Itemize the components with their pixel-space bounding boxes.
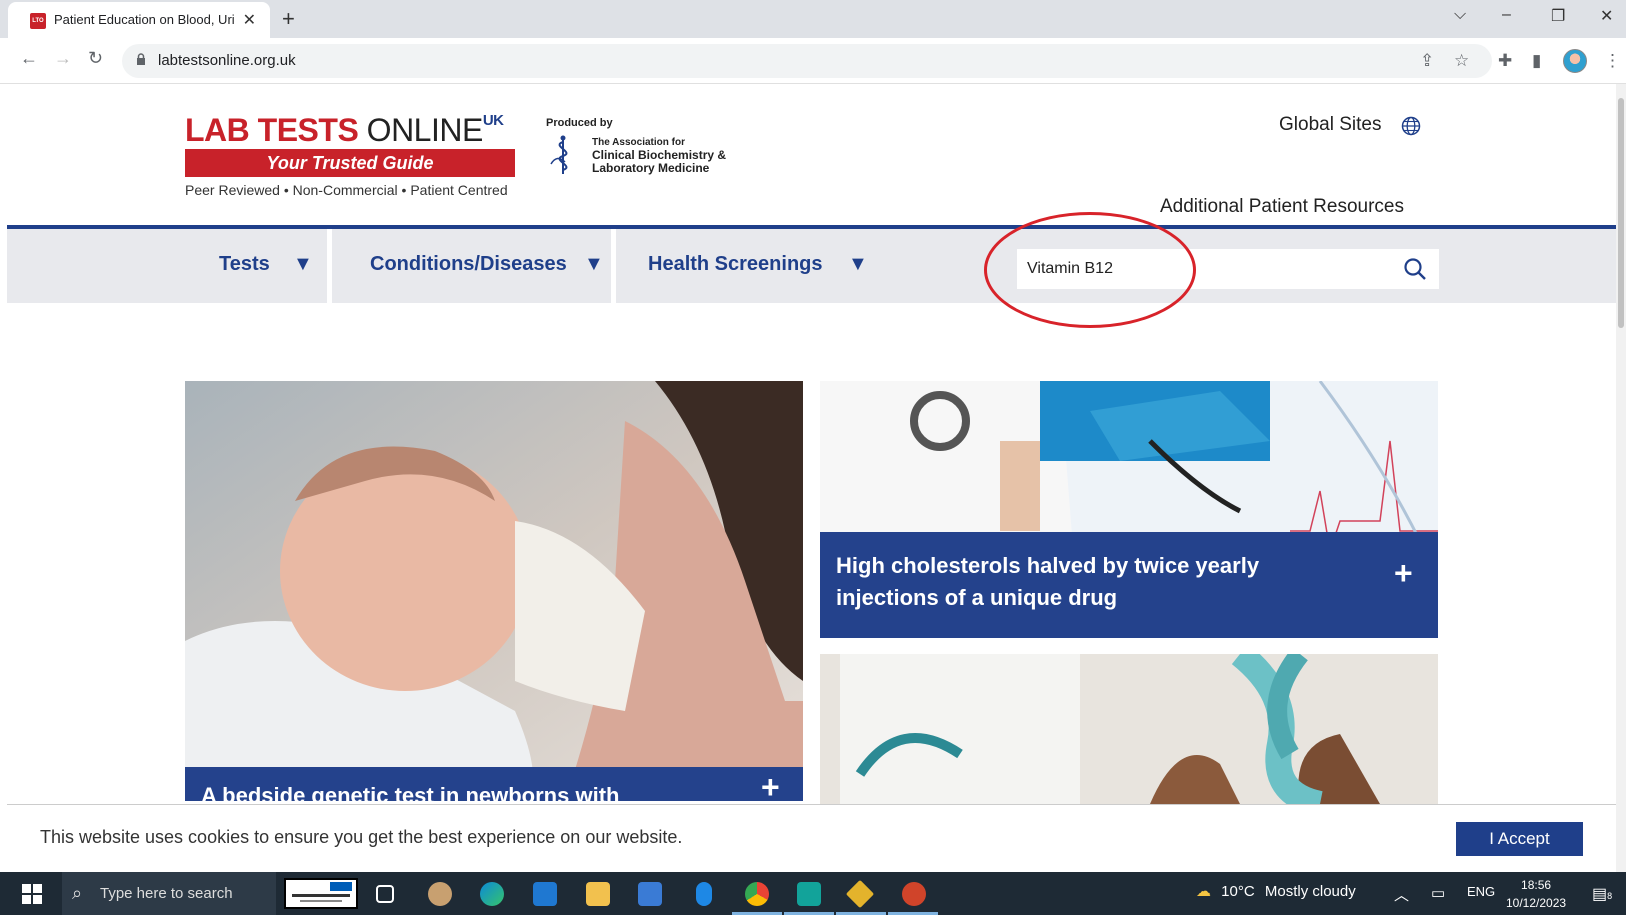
- site-logo[interactable]: LAB TESTS ONLINEUK: [185, 112, 504, 149]
- page-scrollbar[interactable]: [1616, 84, 1626, 872]
- bluetooth-icon[interactable]: [696, 882, 712, 906]
- extensions-icon[interactable]: ✚: [1498, 51, 1512, 71]
- tab-title: Patient Education on Blood, Urine: [54, 12, 234, 27]
- nav-conditions-label: Conditions/Diseases: [370, 253, 567, 275]
- logo-lab-text: LAB TESTS: [185, 112, 359, 148]
- windows-taskbar: ⌕ Type here to search ☁ 10°C Mostly clou…: [0, 872, 1626, 915]
- cloud-sun-icon: ☁: [1196, 883, 1211, 900]
- clock-date: 10/12/2023: [1506, 896, 1567, 910]
- cholesterol-caption-line-2: injections of a unique drug: [836, 585, 1118, 610]
- network-icon[interactable]: ▭: [1431, 884, 1445, 902]
- feature-card-ribbon[interactable]: [820, 654, 1438, 804]
- key-app-icon[interactable]: [845, 879, 875, 909]
- nav-conditions[interactable]: Conditions/Diseases ▼: [332, 229, 611, 303]
- dropdown-arrow-icon: ▼: [293, 253, 313, 275]
- acb-logo-icon[interactable]: [547, 134, 587, 176]
- cholesterol-caption-line-1: High cholesterols halved by twice yearly: [836, 553, 1260, 578]
- back-icon[interactable]: ←: [20, 48, 38, 69]
- logo-online-text: ONLINE: [358, 112, 484, 148]
- menu-icon[interactable]: ⋮: [1604, 51, 1621, 71]
- temperature: 10°C: [1221, 883, 1255, 900]
- global-sites-link[interactable]: Global Sites: [1279, 114, 1381, 136]
- new-tab-icon[interactable]: +: [282, 6, 295, 32]
- restore-icon[interactable]: ❐: [1551, 6, 1565, 26]
- nav-tests[interactable]: Tests ▼: [207, 229, 327, 303]
- minimize-icon[interactable]: –: [1502, 6, 1511, 24]
- show-hidden-icons-icon[interactable]: ︿: [1394, 884, 1409, 905]
- lock-icon: [137, 53, 145, 65]
- newborn-caption: A bedside genetic test in newborns with: [185, 767, 803, 801]
- share-icon[interactable]: ⇪: [1420, 51, 1434, 71]
- forward-icon[interactable]: →: [54, 48, 72, 69]
- windows-start-icon[interactable]: [22, 884, 42, 904]
- feature-card-cholesterol[interactable]: High cholesterols halved by twice yearly…: [820, 381, 1438, 638]
- globe-icon[interactable]: [1401, 116, 1421, 136]
- url-text: labtestsonline.org.uk: [158, 52, 296, 69]
- screen: LTO Patient Education on Blood, Urine ✕ …: [0, 0, 1626, 915]
- weather-widget[interactable]: ☁ 10°C Mostly cloudy: [1196, 882, 1356, 900]
- search-icon: ⌕: [72, 883, 83, 903]
- logo-tagline: Your Trusted Guide: [185, 149, 515, 177]
- close-window-icon[interactable]: ✕: [1600, 6, 1613, 26]
- powerpoint-icon[interactable]: [902, 882, 926, 906]
- favicon-icon: LTO: [30, 13, 46, 29]
- web-page: LAB TESTS ONLINEUK Your Trusted Guide Pe…: [7, 84, 1616, 872]
- reload-icon[interactable]: ↻: [88, 48, 103, 69]
- profile-avatar[interactable]: [1563, 49, 1587, 73]
- cookie-banner: This website uses cookies to ensure you …: [7, 804, 1616, 872]
- clock-time: 18:56: [1521, 878, 1552, 892]
- side-panel-icon[interactable]: ▮: [1532, 51, 1541, 71]
- browser-tab[interactable]: LTO Patient Education on Blood, Urine ✕: [8, 2, 270, 38]
- dropdown-arrow-icon: ▼: [848, 253, 868, 275]
- browser-toolbar: ← → ↻ labtestsonline.org.uk ⇪ ☆ ✚ ▮ ⋮: [0, 38, 1626, 84]
- outlook-icon[interactable]: [533, 882, 557, 906]
- cholesterol-caption: High cholesterols halved by twice yearly…: [820, 532, 1438, 638]
- remote-app-icon[interactable]: [797, 882, 821, 906]
- taskbar-clock[interactable]: 18:56 10/12/2023: [1506, 876, 1566, 912]
- chrome-icon[interactable]: [745, 882, 769, 906]
- weather-condition: Mostly cloudy: [1264, 883, 1356, 900]
- logo-values: Peer Reviewed • Non-Commercial • Patient…: [185, 182, 508, 198]
- nav-screenings-label: Health Screenings: [648, 253, 823, 275]
- newborn-photo: [185, 381, 803, 801]
- nav-health-screenings[interactable]: Health Screenings ▼: [616, 229, 876, 303]
- additional-resources-link[interactable]: Additional Patient Resources: [1160, 196, 1404, 218]
- acb-name[interactable]: The Association for Clinical Biochemistr…: [592, 136, 726, 175]
- tab-search-icon[interactable]: ⌵: [1454, 6, 1466, 24]
- tab-strip: LTO Patient Education on Blood, Urine ✕ …: [0, 0, 1626, 38]
- edge-browser-icon[interactable]: [480, 882, 504, 906]
- notification-count: 8: [1607, 891, 1613, 901]
- cookie-message: This website uses cookies to ensure you …: [40, 827, 683, 847]
- taskbar-search[interactable]: ⌕ Type here to search: [62, 872, 276, 915]
- main-navigation: Tests ▼ Conditions/Diseases ▼ Health Scr…: [7, 225, 1616, 303]
- accept-cookies-button[interactable]: I Accept: [1456, 822, 1583, 856]
- search-icon[interactable]: [1403, 257, 1427, 281]
- file-explorer-icon[interactable]: [586, 882, 610, 906]
- close-tab-icon[interactable]: ✕: [243, 10, 256, 30]
- acb-line-3: Laboratory Medicine: [592, 161, 710, 175]
- expand-plus-icon[interactable]: +: [761, 769, 780, 801]
- language-indicator[interactable]: ENG: [1467, 884, 1495, 899]
- logo-uk-text: UK: [482, 112, 504, 129]
- taskbar-search-placeholder: Type here to search: [100, 885, 233, 902]
- annotation-ellipse: [984, 212, 1196, 328]
- bookmark-star-icon[interactable]: ☆: [1454, 51, 1469, 71]
- dropdown-arrow-icon: ▼: [584, 253, 604, 275]
- produced-by-label: Produced by: [546, 117, 613, 129]
- nhs-app-icon[interactable]: [284, 878, 358, 909]
- ribbon-photo: [820, 654, 1438, 804]
- scroll-thumb[interactable]: [1618, 98, 1624, 328]
- address-bar[interactable]: labtestsonline.org.uk ⇪ ☆: [122, 44, 1492, 78]
- store-icon[interactable]: [638, 882, 662, 906]
- task-view-icon[interactable]: [376, 885, 394, 903]
- expand-plus-icon[interactable]: +: [1394, 555, 1413, 592]
- paint-app-icon[interactable]: [428, 882, 452, 906]
- notifications-icon[interactable]: ▤8: [1592, 884, 1612, 904]
- nav-tests-label: Tests: [219, 253, 270, 275]
- feature-card-newborn[interactable]: A bedside genetic test in newborns with …: [185, 381, 803, 801]
